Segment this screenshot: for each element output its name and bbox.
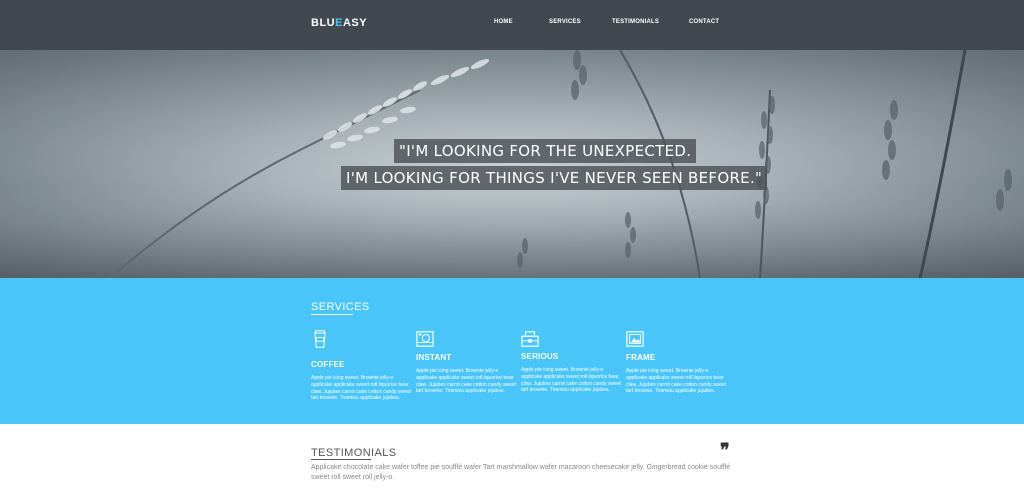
service-name-serious: SERIOUS — [521, 352, 559, 361]
testimonials-heading-underline — [311, 459, 371, 460]
hero-banner: "I'M LOOKING FOR THE UNEXPECTED. I'M LOO… — [0, 50, 1024, 278]
nav-testimonials[interactable]: TESTIMONIALS — [612, 19, 659, 25]
service-text-frame: Apple pie icing sweet. Brownie jelly-o a… — [626, 368, 727, 395]
nav-contact[interactable]: CONTACT — [689, 19, 719, 25]
services-heading-underline — [311, 314, 353, 315]
testimonials-heading: TESTIMONIALS — [311, 447, 397, 459]
service-text-instant: Apple pie icing sweet. Brownie jelly-o a… — [416, 368, 517, 395]
site-logo[interactable]: BLUEASY — [311, 17, 367, 29]
quote-mark-icon: ❞ — [720, 440, 730, 461]
service-name-frame: FRAME — [626, 353, 656, 362]
service-name-coffee: COFFEE — [311, 360, 345, 369]
hero-quote-line2: I'M LOOKING FOR THINGS I'VE NEVER SEEN B… — [341, 166, 768, 190]
site-header: BLUEASY HOME SERVICES TESTIMONIALS CONTA… — [0, 0, 1024, 50]
briefcase-icon — [521, 331, 539, 347]
nav-home[interactable]: HOME — [494, 19, 513, 25]
picture-frame-icon — [626, 331, 644, 347]
nav-services[interactable]: SERVICES — [549, 19, 581, 25]
hero-quote-line1: "I'M LOOKING FOR THE UNEXPECTED. — [394, 139, 697, 163]
logo-text-part1: BLU — [311, 17, 336, 29]
coffee-cup-icon — [314, 330, 326, 348]
services-heading: SERVICES — [311, 301, 370, 313]
service-text-coffee: Apple pie icing sweet. Brownie jelly-o a… — [311, 375, 412, 402]
instant-camera-icon — [416, 331, 434, 347]
logo-text-part3: ASY — [342, 17, 368, 29]
services-section: SERVICES COFFEE Apple pie icing sweet. B… — [0, 278, 1024, 424]
testimonial-text: Applicake chocolate cake wafer toffee pi… — [311, 464, 731, 481]
logo-text-accent: E — [335, 17, 343, 29]
service-name-instant: INSTANT — [416, 353, 452, 362]
wheat-field-background-image — [0, 50, 1024, 278]
service-text-serious: Apple pie icing sweet. Brownie jelly-o a… — [521, 367, 622, 394]
